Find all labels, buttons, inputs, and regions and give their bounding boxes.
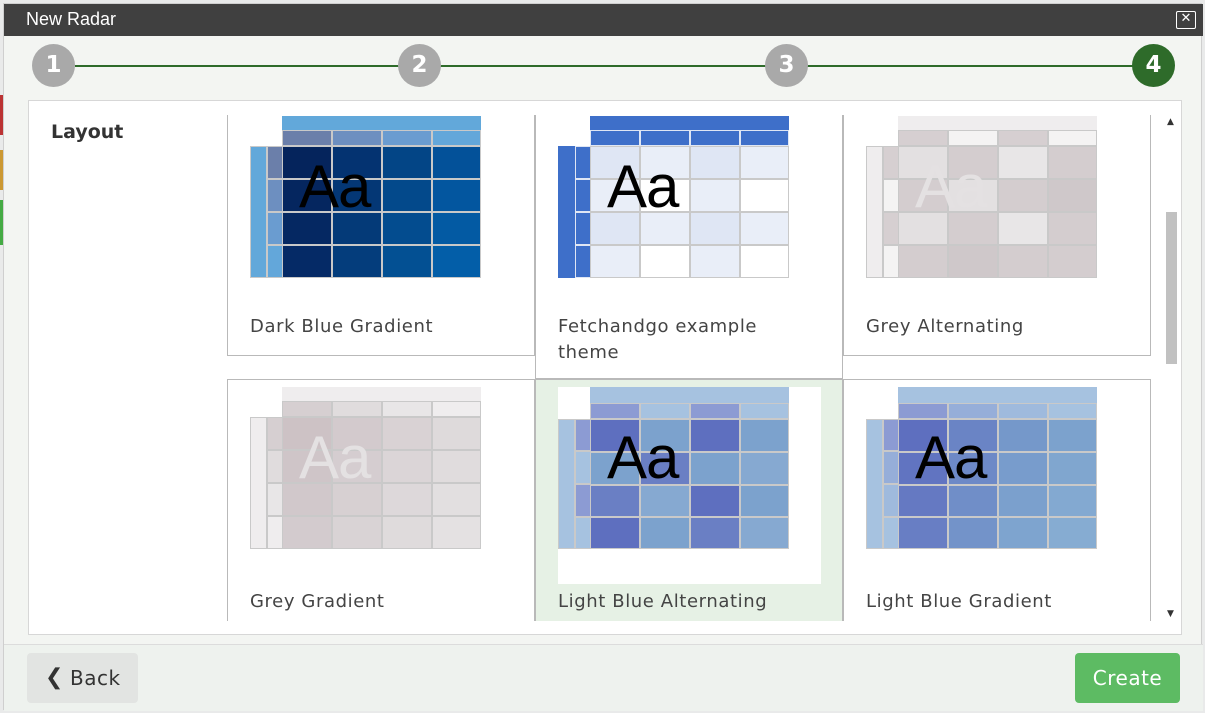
theme-preview: Aa — [250, 387, 481, 549]
dialog-titlebar: New Radar ✕ — [4, 4, 1203, 36]
theme-name: Light Blue Alternating — [558, 591, 768, 612]
dialog-title: New Radar — [26, 9, 117, 29]
close-icon[interactable]: ✕ — [1176, 11, 1196, 29]
step-4[interactable]: 4 — [1132, 44, 1175, 87]
wizard-stepper: 1 2 3 4 — [4, 36, 1203, 96]
preview-sample-text: Aa — [607, 153, 679, 220]
theme-card-dark-blue-gradient[interactable]: Aa Dark Blue Gradient — [227, 115, 535, 356]
theme-name: Grey Alternating — [866, 316, 1024, 337]
theme-preview: Aa — [866, 116, 1097, 278]
stepper-line — [75, 65, 1151, 67]
theme-card-grey-alternating[interactable]: Aa Grey Alternating — [843, 115, 1151, 356]
theme-name: Fetchandgo example theme — [558, 316, 758, 363]
new-radar-dialog: New Radar ✕ 1 2 3 4 Layout Aa Dark Blue … — [3, 3, 1203, 711]
theme-card-light-blue-alternating[interactable]: Aa Light Blue Alternating — [535, 379, 843, 621]
theme-name: Light Blue Gradient — [866, 591, 1052, 612]
scrollbar-thumb[interactable] — [1166, 212, 1177, 364]
step-2[interactable]: 2 — [398, 44, 441, 87]
step-3[interactable]: 3 — [765, 44, 808, 87]
theme-card-grey-gradient[interactable]: Aa Grey Gradient — [227, 379, 535, 621]
preview-sample-text: Aa — [915, 153, 987, 220]
preview-sample-text: Aa — [299, 153, 371, 220]
preview-sample-text: Aa — [299, 424, 371, 491]
theme-card-fetchandgo-example-theme[interactable]: Aa Fetchandgo example theme — [535, 115, 843, 379]
layout-panel: Layout Aa Dark Blue Gradient Aa Fetchand… — [28, 100, 1182, 635]
theme-card-light-blue-gradient[interactable]: Aa Light Blue Gradient — [843, 379, 1151, 621]
back-button-label: Back — [70, 666, 121, 690]
theme-preview: Aa — [558, 116, 789, 278]
chevron-left-icon: ❮ — [45, 665, 64, 690]
back-button[interactable]: ❮ Back — [27, 653, 138, 703]
dialog-footer: ❮ Back Create — [4, 644, 1203, 711]
theme-name: Grey Gradient — [250, 591, 385, 612]
theme-preview: Aa — [558, 387, 789, 549]
create-button[interactable]: Create — [1075, 653, 1180, 703]
section-label: Layout — [51, 121, 124, 143]
theme-grid: Aa Dark Blue Gradient Aa Fetchandgo exam… — [227, 115, 1151, 621]
theme-preview: Aa — [250, 116, 481, 278]
theme-name: Dark Blue Gradient — [250, 316, 434, 337]
preview-sample-text: Aa — [915, 424, 987, 491]
theme-preview: Aa — [866, 387, 1097, 549]
scroll-up-icon[interactable]: ▲ — [1167, 117, 1174, 127]
vertical-scrollbar[interactable]: ▲ ▼ — [1164, 115, 1179, 621]
step-1[interactable]: 1 — [32, 44, 75, 87]
scroll-down-icon[interactable]: ▼ — [1167, 609, 1174, 619]
preview-sample-text: Aa — [607, 424, 679, 491]
